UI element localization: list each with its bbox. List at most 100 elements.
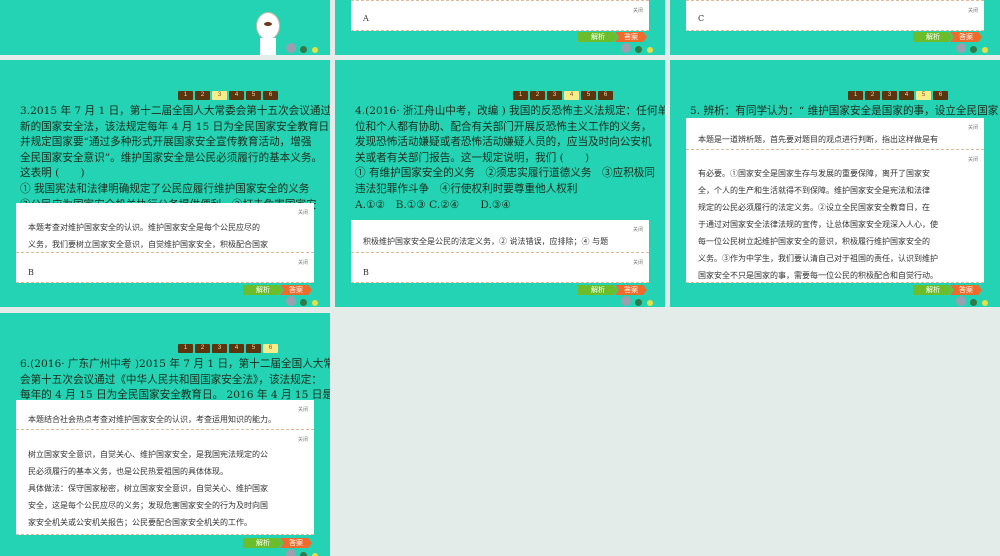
slide-2[interactable]: 关闭 A 解析 答案 xyxy=(335,0,665,55)
slide-question-6[interactable]: 123456 6.(2016· 广东广州中考 )2015 年 7 月 1 日，第… xyxy=(0,313,330,556)
analysis-button[interactable]: 解析 xyxy=(578,285,618,295)
nav-button-6[interactable]: 6 xyxy=(933,91,948,100)
decoration-icon xyxy=(262,549,322,556)
answer-button[interactable]: 答案 xyxy=(615,32,647,42)
nav-button-1[interactable]: 1 xyxy=(178,344,193,353)
analysis-text: 积极维护国家安全是公民的法定义务，② 说法错误，应排除；④ 与题 xyxy=(363,234,608,251)
analysis-button[interactable]: 解析 xyxy=(913,285,953,295)
close-button[interactable]: 关闭 xyxy=(298,406,308,413)
analysis-panel: 关闭 本题结合社会热点考查对维护国家安全的认识，考查运用知识的能力。 xyxy=(16,400,314,430)
text-line: 本题考查对维护国家安全的认识。维护国家安全是每个公民应尽的 xyxy=(28,223,260,232)
answer-button[interactable]: 答案 xyxy=(615,285,647,295)
decoration-icon xyxy=(597,43,657,55)
question-nav: 123456 xyxy=(178,91,278,100)
analysis-panel: 关闭 积极维护国家安全是公民的法定义务，② 说法错误，应排除；④ 与题 xyxy=(351,220,649,253)
nav-button-5[interactable]: 5 xyxy=(581,91,596,100)
answer-button[interactable]: 答案 xyxy=(950,32,982,42)
close-button[interactable]: 关闭 xyxy=(633,259,643,266)
question-text: 6.(2016· 广东广州中考 )2015 年 7 月 1 日，第十二届全国人大… xyxy=(20,357,330,404)
nav-button-3[interactable]: 3 xyxy=(882,91,897,100)
decoration-icon xyxy=(597,296,657,307)
nav-button-1[interactable]: 1 xyxy=(178,91,193,100)
answer-text: 树立国家安全意识，自觉关心、维护国家安全，是我国宪法规定的公 民必须履行的基本义务… xyxy=(28,446,268,531)
text-line: 义务。③作为中学生，我们要认清自己对于祖国的责任，认识到维护 xyxy=(698,254,938,263)
slide-question-3[interactable]: 123456 3.2015 年 7 月 1 日，第十二届全国人大常委会第十五次会… xyxy=(0,60,330,307)
text-line: 家安全机关或公安机关报告；公民要配合国家安全机关的工作。 xyxy=(28,518,252,527)
nav-button-5[interactable]: 5 xyxy=(916,91,931,100)
answer-button[interactable]: 答案 xyxy=(280,538,312,548)
close-button[interactable]: 关闭 xyxy=(298,259,308,266)
decoration-icon xyxy=(932,296,992,307)
nav-button-6[interactable]: 6 xyxy=(263,91,278,100)
nav-button-3[interactable]: 3 xyxy=(212,91,227,100)
text-line: 4.(2016· 浙江舟山中考，改编 ) 我国的反恐怖主义法规定：任何单 xyxy=(355,105,665,117)
text-line: 有必要。①国家安全是国家生存与发展的重要保障，离开了国家安 xyxy=(698,169,930,178)
text-line: 全，个人的生产和生活就得不到保障。维护国家安全是宪法和法律 xyxy=(698,186,930,195)
answer-button[interactable]: 答案 xyxy=(280,285,312,295)
close-button[interactable]: 关闭 xyxy=(298,436,308,443)
answer-text: A xyxy=(363,14,369,23)
answer-panel: 关闭 B xyxy=(16,253,314,283)
analysis-text: 本题考查对维护国家安全的认识。维护国家安全是每个公民应尽的 义务，我们要树立国家安… xyxy=(28,220,268,253)
analysis-button[interactable]: 解析 xyxy=(578,32,618,42)
answer-text: C xyxy=(698,14,705,23)
close-button[interactable]: 关闭 xyxy=(968,124,978,131)
nav-button-5[interactable]: 5 xyxy=(246,91,261,100)
nav-button-1[interactable]: 1 xyxy=(848,91,863,100)
close-button[interactable]: 关闭 xyxy=(968,7,978,14)
nav-button-4[interactable]: 4 xyxy=(899,91,914,100)
question-text: 4.(2016· 浙江舟山中考，改编 ) 我国的反恐怖主义法规定：任何单 位和个人… xyxy=(355,104,665,213)
close-button[interactable]: 关闭 xyxy=(968,156,978,163)
slide-3-top[interactable]: 关闭 C 解析 答案 xyxy=(670,0,1000,55)
analysis-button[interactable]: 解析 xyxy=(243,285,283,295)
answer-text: 有必要。①国家安全是国家生存与发展的重要保障，离开了国家安 全，个人的生产和生活就… xyxy=(698,165,938,284)
nav-button-2[interactable]: 2 xyxy=(530,91,545,100)
text-line: 安全，这是每个公民应尽的义务；发现危害国家安全的行为及时向国 xyxy=(28,501,268,510)
text-line: ① 有维护国家安全的义务 ②须忠实履行道德义务 ③应积极同 xyxy=(355,167,655,180)
close-button[interactable]: 关闭 xyxy=(633,7,643,14)
nav-button-4[interactable]: 4 xyxy=(229,344,244,353)
nav-button-3[interactable]: 3 xyxy=(547,91,562,100)
analysis-panel: 关闭 本题考查对维护国家安全的认识。维护国家安全是每个公民应尽的 义务，我们要树立… xyxy=(16,203,314,253)
close-button[interactable]: 关闭 xyxy=(633,226,643,233)
text-line: 位和个人都有协助、配合有关部门开展反恐怖主义工作的义务， xyxy=(355,120,652,133)
slide-1[interactable] xyxy=(0,0,330,55)
nav-button-5[interactable]: 5 xyxy=(246,344,261,353)
nav-button-4[interactable]: 4 xyxy=(564,91,579,100)
slide-question-5[interactable]: 123456 5. 辨析：有同学认为：“ 维护国家安全是国家的事，设立全民国家 … xyxy=(670,60,1000,307)
text-line: 关或者有关部门报告。这一规定说明，我们 ( ) xyxy=(355,151,590,164)
nav-button-6[interactable]: 6 xyxy=(598,91,613,100)
decoration-icon xyxy=(262,43,322,55)
text-line: 积极维护国家安全是公民的法定义务，② 说法错误，应排除；④ 与题 xyxy=(363,237,609,246)
text-line: 规定的公民必须履行的法定义务。②设立全民国家安全教育日，在 xyxy=(698,203,930,212)
nav-button-1[interactable]: 1 xyxy=(513,91,528,100)
text-line: 并规定国家要“通过多种形式开展国家安全宣传教育活动，增强 xyxy=(20,136,312,149)
close-button[interactable]: 关闭 xyxy=(298,209,308,216)
text-line: 国家安全不只是国家的事，需要每一位公民的积极配合和自觉行动。 xyxy=(698,271,938,280)
text-line: 每一位公民树立起维护国家安全的意识，积极履行维护国家安全的 xyxy=(698,237,930,246)
nav-button-2[interactable]: 2 xyxy=(865,91,880,100)
analysis-text: 本题结合社会热点考查对维护国家安全的认识，考查运用知识的能力。 xyxy=(28,412,276,429)
text-line: 树立国家安全意识，自觉关心、维护国家安全，是我国宪法规定的公 xyxy=(28,450,268,459)
question-nav: 123456 xyxy=(513,91,613,100)
nav-button-3[interactable]: 3 xyxy=(212,344,227,353)
answer-panel: 关闭 B xyxy=(351,253,649,283)
analysis-text: 本题是一道辨析题，首先要对题目的观点进行判断，指出这样做是有 xyxy=(698,132,938,149)
answer-button[interactable]: 答案 xyxy=(950,285,982,295)
answer-panel: 关闭 C xyxy=(686,0,984,31)
answer-panel: 关闭 A xyxy=(351,0,649,31)
analysis-button[interactable]: 解析 xyxy=(913,32,953,42)
slide-question-4[interactable]: 123456 4.(2016· 浙江舟山中考，改编 ) 我国的反恐怖主义法规定：… xyxy=(335,60,665,307)
question-text: 3.2015 年 7 月 1 日，第十二届全国人大常委会第十五次会议通过 新的国家… xyxy=(20,104,330,213)
text-line: 3.2015 年 7 月 1 日，第十二届全国人大常委会第十五次会议通过 xyxy=(20,105,330,117)
question-nav: 123456 xyxy=(848,91,948,100)
answer-text: B xyxy=(363,268,369,277)
question-nav: 123456 xyxy=(178,344,278,353)
nav-button-4[interactable]: 4 xyxy=(229,91,244,100)
nav-button-2[interactable]: 2 xyxy=(195,344,210,353)
nav-button-2[interactable]: 2 xyxy=(195,91,210,100)
text-line: 发现恐怖活动嫌疑或者恐怖活动嫌疑人员的，应当及时向公安机 xyxy=(355,136,652,149)
analysis-button[interactable]: 解析 xyxy=(243,538,283,548)
text-line: 义务，我们要树立国家安全意识，自觉维护国家安全，积极配合国家 xyxy=(28,239,268,249)
nav-button-6[interactable]: 6 xyxy=(263,344,278,353)
